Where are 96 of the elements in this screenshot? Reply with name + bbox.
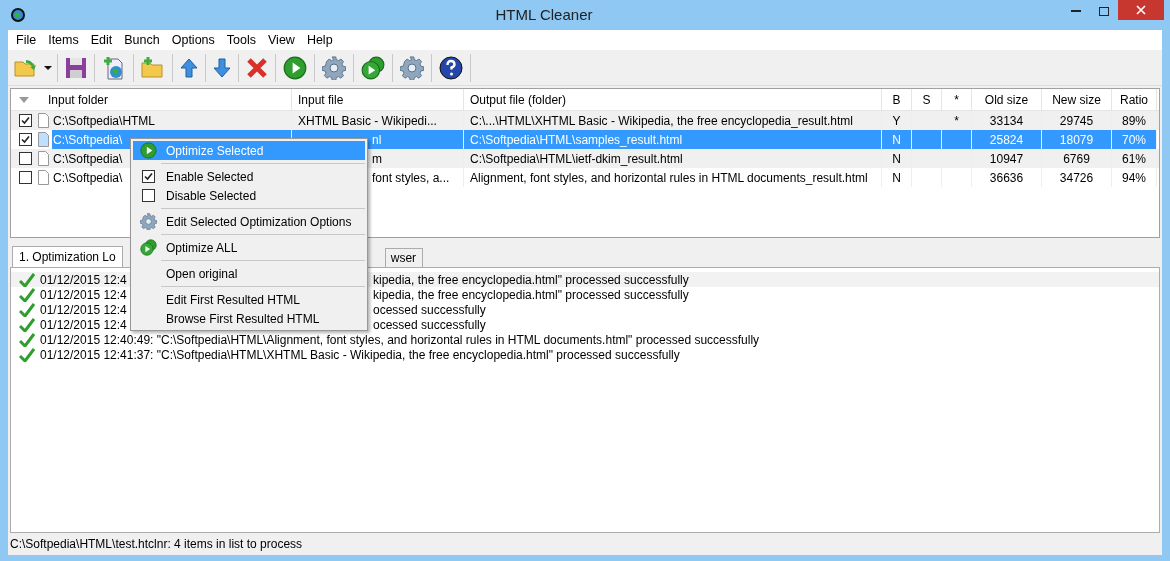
- check-mark-icon: [19, 317, 35, 332]
- column-header[interactable]: Input file: [292, 89, 464, 110]
- table-cell-text: 34726: [1059, 169, 1094, 187]
- menu-item[interactable]: Help: [300, 30, 339, 50]
- gear-icon: [139, 213, 157, 230]
- checkbox[interactable]: [19, 152, 32, 165]
- check-mark-icon: [19, 287, 35, 302]
- maximize-icon: [1099, 6, 1109, 16]
- table-cell-text: XHTML Basic - Wikipedi...: [298, 112, 437, 130]
- context-menu-item[interactable]: Edit First Resulted HTML: [133, 290, 365, 309]
- table-cell-text: *: [954, 112, 959, 130]
- column-header[interactable]: Output file (folder): [464, 89, 882, 110]
- table-cell-text: 36636: [989, 169, 1024, 187]
- gear-icon: [322, 55, 346, 80]
- table-cell-text: C:\Softpedia\: [53, 131, 123, 149]
- table-cell-text: 6769: [1063, 150, 1090, 168]
- double-play-icon: [139, 239, 157, 256]
- gear-icon: [400, 55, 424, 80]
- table-cell-text: C:\Softpedia\HTML\ietf-dkim_result.html: [470, 150, 683, 168]
- status-text: C:\Softpedia\HTML\test.htclnr: 4 items in list to process: [10, 536, 303, 553]
- window-title: HTML Cleaner: [494, 4, 594, 25]
- table-cell-text: Alignment, font styles, and horizontal rules in HTML documents_result.html: [470, 169, 868, 187]
- table-cell-text: C:\Softpedia\: [53, 150, 123, 168]
- column-header[interactable]: Input folder: [11, 89, 292, 110]
- table-cell-text: C:\Softpedia\: [53, 169, 123, 187]
- checkbox[interactable]: [141, 189, 155, 202]
- document-icon: [38, 170, 49, 185]
- log-entry: ocessed successfully: [373, 317, 486, 334]
- check-mark-icon: [19, 302, 35, 317]
- table-cell-text: 94%: [1122, 169, 1146, 187]
- table-cell-text: N: [892, 131, 901, 149]
- table-cell-text: C:\...\HTML\XHTML Basic - Wikipedia, the free encyclopedia_result.html: [470, 112, 854, 130]
- menu-item[interactable]: Items: [42, 30, 85, 50]
- check-mark-icon: [19, 332, 35, 347]
- table-cell-text: 18079: [1059, 131, 1094, 149]
- log-entry: 01/12/2015 12:4: [40, 317, 127, 332]
- check-mark-icon: [19, 347, 35, 362]
- table-cell-text: m: [372, 150, 382, 168]
- table-cell-text: font styles, a...: [372, 169, 450, 187]
- column-header[interactable]: Old size: [972, 89, 1042, 110]
- log-entry: 01/12/2015 12:40:49: "C:\Softpedia\HTML\Alignment, font styles, and horizontal rules in HTML documents.html" processed successfully: [40, 332, 760, 347]
- table-cell-text: 25824: [989, 131, 1024, 149]
- column-header[interactable]: Ratio: [1112, 89, 1157, 110]
- context-menu-item[interactable]: Disable Selected: [133, 186, 365, 205]
- sort-arrow-icon: [19, 96, 29, 103]
- table-row[interactable]: C:\Softpedia\HTML XHTML Basic - Wikipedi... C:\...\HTML\XHTML Basic - Wikipedia, the free encyclopedia_result.html Y * 33134 29745 89%: [11, 111, 1159, 130]
- menu-item[interactable]: Options: [165, 30, 221, 50]
- column-header[interactable]: *: [942, 89, 972, 110]
- checkbox[interactable]: [19, 133, 32, 146]
- document-icon: [38, 113, 49, 128]
- context-menu-item[interactable]: Enable Selected: [133, 167, 365, 186]
- menu-item[interactable]: View: [262, 30, 301, 50]
- checkbox[interactable]: [141, 170, 155, 183]
- tab[interactable]: 1. Optimization Lo: [12, 246, 123, 267]
- play-icon: [283, 55, 307, 80]
- minimize-icon: [1071, 10, 1081, 12]
- table-cell-text: N: [892, 150, 901, 168]
- checkbox[interactable]: [19, 171, 32, 184]
- column-header[interactable]: B: [882, 89, 912, 110]
- play-icon: [139, 142, 157, 159]
- menu-item[interactable]: Tools: [220, 30, 262, 50]
- log-entry: 01/12/2015 12:4: [40, 302, 127, 317]
- document-icon: [38, 151, 49, 166]
- table-cell-text: N: [892, 169, 901, 187]
- table-cell-text: nl: [372, 131, 382, 149]
- context-menu-item[interactable]: Optimize ALL: [133, 238, 365, 257]
- double-play-icon: [361, 55, 385, 80]
- app-icon: [10, 7, 26, 23]
- table-cell-text: 70%: [1122, 131, 1146, 149]
- table-cell-text: 33134: [989, 112, 1024, 130]
- close-icon: [1136, 5, 1146, 15]
- document-icon: [38, 132, 49, 147]
- check-mark-icon: [19, 272, 35, 287]
- log-entry: 01/12/2015 12:41:37: "C:\Softpedia\HTML\XHTML Basic - Wikipedia, the free encyclopedia.html" processed successfully: [40, 347, 680, 362]
- log-entry: 01/12/2015 12:4: [40, 272, 127, 287]
- table-cell-text: Y: [892, 112, 901, 130]
- table-cell-text: C:\Softpedia\HTML: [53, 112, 156, 130]
- table-cell-text: C:\Softpedia\HTML\samples_result.html: [470, 131, 683, 149]
- log-entry: ocessed successfully: [373, 302, 486, 319]
- menu-item[interactable]: File: [10, 30, 43, 50]
- table-cell-text: 29745: [1059, 112, 1094, 130]
- table-cell-text: 89%: [1122, 112, 1146, 130]
- context-menu-item[interactable]: Edit Selected Optimization Options: [133, 212, 365, 231]
- column-header[interactable]: S: [912, 89, 942, 110]
- menu-item[interactable]: Edit: [84, 30, 119, 50]
- tab[interactable]: wser: [384, 248, 424, 267]
- context-menu-item[interactable]: Browse First Resulted HTML: [133, 309, 365, 328]
- menu-item[interactable]: Bunch: [118, 30, 166, 50]
- log-entry: kipedia, the free encyclopedia.html" processed successfully: [373, 271, 689, 289]
- checkbox[interactable]: [19, 114, 32, 127]
- context-menu-item[interactable]: Open original: [133, 264, 365, 283]
- column-header[interactable]: New size: [1042, 89, 1112, 110]
- table-cell-text: 61%: [1122, 150, 1146, 168]
- table-cell-text: 10947: [989, 150, 1024, 168]
- log-entry: kipedia, the free encyclopedia.html" processed successfully: [373, 287, 689, 304]
- log-entry: 01/12/2015 12:4: [40, 287, 127, 302]
